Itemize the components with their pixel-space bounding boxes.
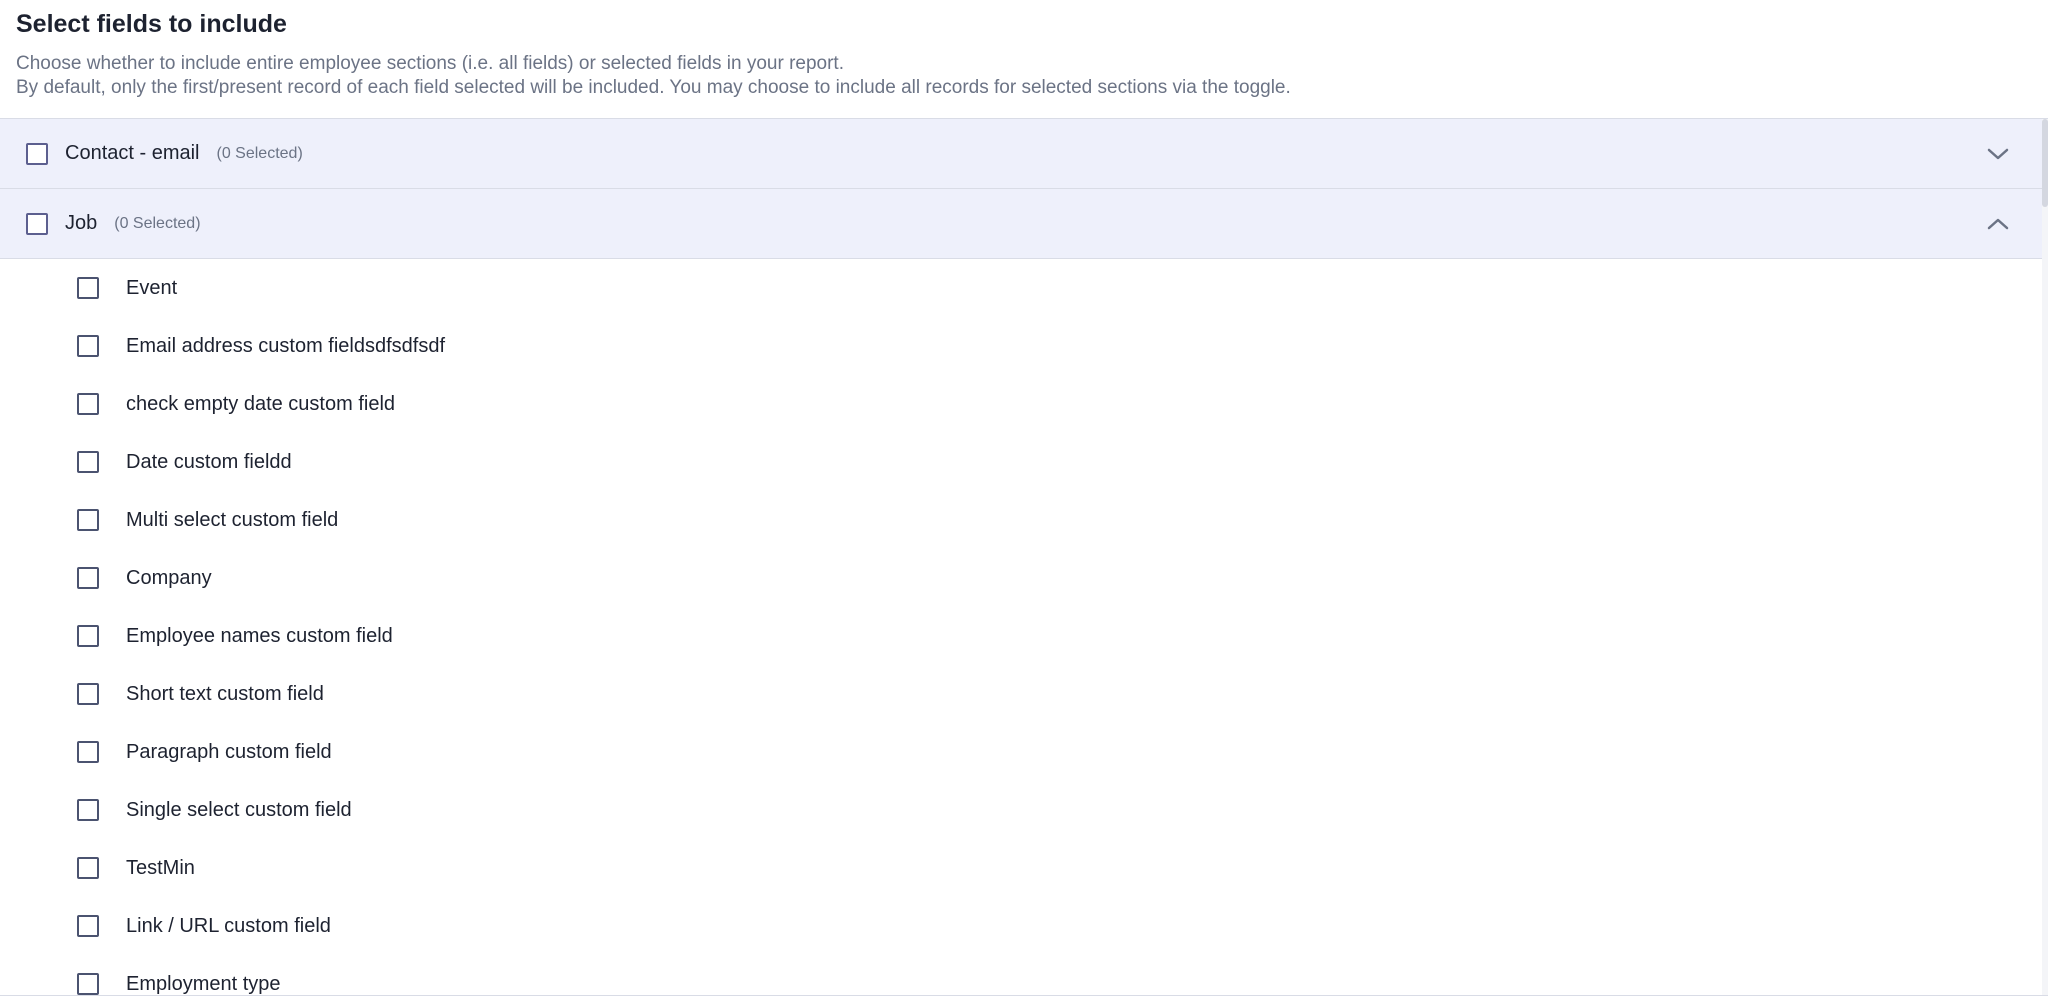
field-checkbox[interactable] bbox=[77, 509, 99, 531]
field-checkbox[interactable] bbox=[77, 915, 99, 937]
field-row-employee-names[interactable]: Employee names custom field bbox=[0, 607, 2042, 665]
report-fields-header: Select fields to include Choose whether … bbox=[0, 0, 2048, 118]
chevron-down-icon[interactable] bbox=[1986, 142, 2010, 166]
description-line-1: Choose whether to include entire employe… bbox=[16, 53, 844, 74]
field-row-testmin[interactable]: TestMin bbox=[0, 839, 2042, 897]
section-selected-count: (0 Selected) bbox=[114, 214, 201, 232]
field-row-single-select[interactable]: Single select custom field bbox=[0, 781, 2042, 839]
field-row-email-address-custom[interactable]: Email address custom fieldsdfsdfsdf bbox=[0, 317, 2042, 375]
section-selected-count: (0 Selected) bbox=[216, 144, 303, 162]
field-label: Short text custom field bbox=[126, 682, 324, 705]
fields-scroll-area[interactable]: Contact - email (0 Selected) Job (0 Sele… bbox=[0, 118, 2048, 996]
field-row-multi-select[interactable]: Multi select custom field bbox=[0, 491, 2042, 549]
field-label: Email address custom fieldsdfsdfsdf bbox=[126, 334, 446, 357]
field-checkbox[interactable] bbox=[77, 741, 99, 763]
field-checkbox[interactable] bbox=[77, 393, 99, 415]
field-label: Company bbox=[126, 566, 212, 589]
field-label: Multi select custom field bbox=[126, 508, 339, 531]
field-label: Single select custom field bbox=[126, 798, 352, 821]
field-label: Employee names custom field bbox=[126, 624, 393, 647]
field-label: Employment type bbox=[126, 972, 281, 995]
field-row-paragraph[interactable]: Paragraph custom field bbox=[0, 723, 2042, 781]
chevron-up-icon[interactable] bbox=[1986, 212, 2010, 236]
field-row-company[interactable]: Company bbox=[0, 549, 2042, 607]
field-row-link-url[interactable]: Link / URL custom field bbox=[0, 897, 2042, 955]
field-label: Date custom fieldd bbox=[126, 450, 292, 473]
field-label: Link / URL custom field bbox=[126, 914, 331, 937]
field-row-date-custom[interactable]: Date custom fieldd bbox=[0, 433, 2042, 491]
field-checkbox[interactable] bbox=[77, 567, 99, 589]
section-checkbox-job[interactable] bbox=[26, 212, 48, 235]
field-row-short-text[interactable]: Short text custom field bbox=[0, 665, 2042, 723]
field-row-event[interactable]: Event bbox=[0, 259, 2042, 317]
field-label: Paragraph custom field bbox=[126, 740, 332, 763]
page-title: Select fields to include bbox=[16, 10, 287, 38]
section-name: Contact - email bbox=[65, 142, 200, 164]
fields-list: Contact - email (0 Selected) Job (0 Sele… bbox=[0, 119, 2042, 995]
field-row-check-empty-date[interactable]: check empty date custom field bbox=[0, 375, 2042, 433]
field-row-employment-type[interactable]: Employment type bbox=[0, 955, 2042, 995]
field-checkbox[interactable] bbox=[77, 683, 99, 705]
field-checkbox[interactable] bbox=[77, 277, 99, 299]
section-header-contact-email[interactable]: Contact - email (0 Selected) bbox=[0, 119, 2042, 189]
field-checkbox[interactable] bbox=[77, 451, 99, 473]
field-checkbox[interactable] bbox=[77, 335, 99, 357]
section-name: Job bbox=[65, 212, 98, 234]
section-header-job[interactable]: Job (0 Selected) bbox=[0, 189, 2042, 259]
field-checkbox[interactable] bbox=[77, 973, 99, 995]
field-label: check empty date custom field bbox=[126, 392, 396, 415]
scrollbar-track[interactable] bbox=[2042, 119, 2048, 995]
scrollbar-thumb[interactable] bbox=[2042, 119, 2048, 207]
field-checkbox[interactable] bbox=[77, 625, 99, 647]
field-label: Event bbox=[126, 276, 178, 299]
field-checkbox[interactable] bbox=[77, 857, 99, 879]
section-checkbox-contact-email[interactable] bbox=[26, 142, 48, 165]
field-checkbox[interactable] bbox=[77, 799, 99, 821]
field-label: TestMin bbox=[126, 856, 195, 879]
description-line-2: By default, only the first/present recor… bbox=[16, 77, 1291, 98]
